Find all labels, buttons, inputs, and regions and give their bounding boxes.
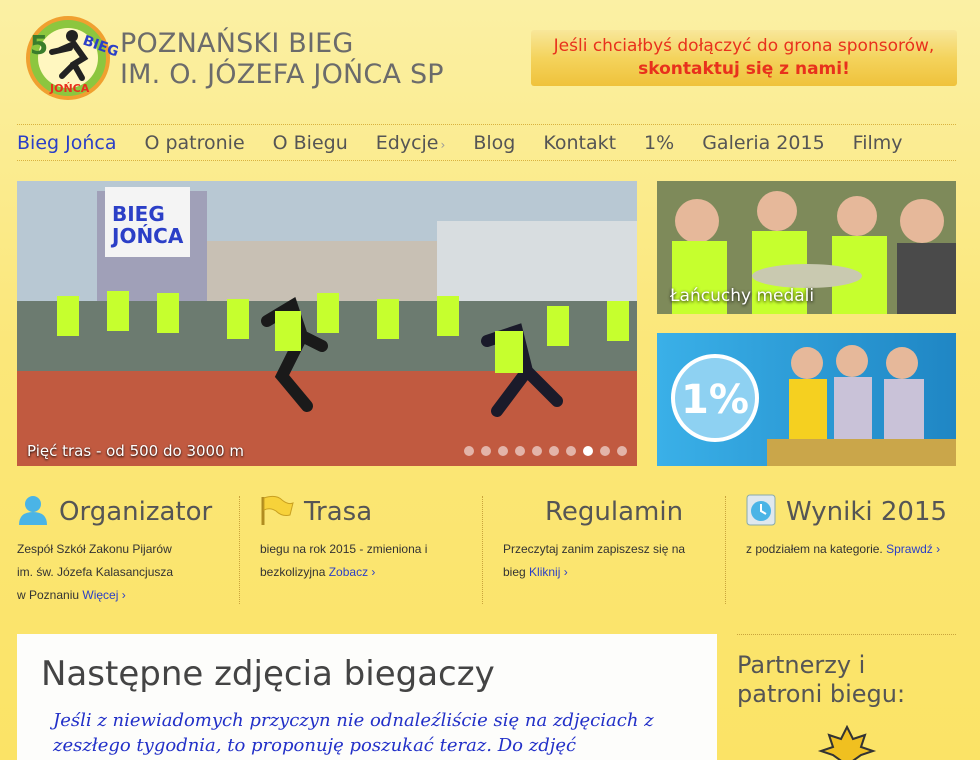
- nav-item-kontakt[interactable]: Kontakt: [543, 132, 616, 154]
- sponsor-banner-link[interactable]: skontaktuj się z nami!: [531, 57, 957, 81]
- chevron-right-icon: ›: [440, 137, 446, 152]
- column-line: im. św. Józefa Kalasancjusza: [17, 565, 174, 579]
- nav-item-blog[interactable]: Blog: [473, 132, 515, 154]
- site-title[interactable]: POZNAŃSKI BIEG IM. O. JÓZEFA JOŃCA SP: [120, 28, 444, 90]
- nav-item-edycje-label: Edycje: [375, 131, 439, 154]
- nav-item-edycje[interactable]: Edycje ›: [376, 132, 446, 154]
- slider-pagination: [457, 446, 627, 456]
- slider-dot[interactable]: [532, 446, 542, 456]
- user-icon: [17, 495, 49, 529]
- info-columns: Organizator Zespół Szkół Zakonu Pijarów …: [17, 494, 957, 604]
- chevron-right-icon: ›: [121, 588, 126, 602]
- site-title-line1: POZNAŃSKI BIEG: [120, 28, 354, 59]
- slider-dot[interactable]: [515, 446, 525, 456]
- slider-dot[interactable]: [498, 446, 508, 456]
- column-title: Trasa: [304, 497, 373, 527]
- svg-text:JOŃCA: JOŃCA: [110, 224, 184, 248]
- nav-item-o-patronie[interactable]: O patronie: [144, 132, 244, 154]
- column-title: Organizator: [59, 497, 213, 527]
- read-rules-link[interactable]: Kliknij ›: [529, 565, 568, 579]
- svg-text:1%: 1%: [681, 377, 749, 423]
- post-excerpt: Jeśli z niewiadomych przyczyn nie odnale…: [53, 710, 654, 756]
- flag-icon: [260, 495, 294, 529]
- slide-caption: Pięć tras - od 500 do 3000 m: [27, 442, 245, 460]
- svg-text:BIEG: BIEG: [112, 202, 165, 226]
- more-link-label: Więcej: [82, 588, 119, 602]
- column-line: Zespół Szkół Zakonu Pijarów: [17, 542, 172, 556]
- column-wyniki: Wyniki 2015 z podziałem na kategorie. Sp…: [725, 494, 957, 604]
- column-organizator: Organizator Zespół Szkół Zakonu Pijarów …: [17, 496, 239, 604]
- column-line: bieg: [503, 565, 526, 579]
- one-percent-photo: 1%: [657, 333, 956, 466]
- slider-dot[interactable]: [566, 446, 576, 456]
- column-regulamin: Regulamin Przeczytaj zanim zapiszesz się…: [482, 496, 725, 604]
- column-title: Regulamin: [545, 497, 684, 527]
- read-rules-link-label: Kliknij: [529, 565, 561, 579]
- nav-item-bieg-jonca[interactable]: Bieg Jońca: [17, 132, 116, 154]
- see-route-link[interactable]: Zobacz ›: [329, 565, 376, 579]
- chevron-right-icon: ›: [371, 565, 376, 579]
- side-banner-1-percent[interactable]: 1%: [657, 333, 956, 466]
- hero-slider[interactable]: BIEG JOŃCA Pięć tras - od 500 do 3000 m: [17, 181, 637, 466]
- check-results-link[interactable]: Sprawdź ›: [886, 542, 940, 556]
- svg-text:5: 5: [30, 31, 48, 61]
- slider-dot[interactable]: [549, 446, 559, 456]
- svg-text:JOŃCA: JOŃCA: [49, 82, 90, 95]
- slider-dot[interactable]: [600, 446, 610, 456]
- site-title-line2: IM. O. JÓZEFA JOŃCA SP: [120, 59, 444, 90]
- slider-dot[interactable]: [464, 446, 474, 456]
- partners-title: Partnerzy i patroni biegu:: [737, 651, 906, 708]
- main-nav: Bieg Jońca O patronie O Biegu Edycje › Bl…: [17, 124, 956, 161]
- column-line: bezkolizyjna: [260, 565, 326, 579]
- partner-logo[interactable]: [807, 724, 956, 760]
- more-link[interactable]: Więcej ›: [82, 588, 125, 602]
- column-line: Przeczytaj zanim zapiszesz się na: [503, 542, 686, 556]
- site-logo[interactable]: 5 BIEG JOŃCA: [22, 14, 121, 102]
- partners-sidebar: Partnerzy i patroni biegu:: [737, 634, 956, 760]
- nav-item-filmy[interactable]: Filmy: [853, 132, 903, 154]
- chevron-right-icon: ›: [563, 565, 568, 579]
- side-banner-caption: Łańcuchy medali: [670, 286, 815, 306]
- column-line: w Poznaniu: [17, 588, 80, 602]
- column-title: Wyniki 2015: [786, 497, 948, 527]
- chevron-right-icon: ›: [936, 542, 941, 556]
- post-box: Następne zdjęcia biegaczy Jeśli z niewia…: [17, 634, 717, 760]
- post-title[interactable]: Następne zdjęcia biegaczy: [41, 654, 693, 694]
- column-line: z podziałem na kategorie.: [746, 542, 883, 556]
- column-line: biegu na rok 2015 - zmieniona i: [260, 542, 428, 556]
- nav-item-o-biegu[interactable]: O Biegu: [273, 132, 348, 154]
- nav-item-galeria-2015[interactable]: Galeria 2015: [702, 132, 824, 154]
- slider-dot-active[interactable]: [583, 446, 593, 456]
- hero-slide-image: BIEG JOŃCA: [17, 181, 637, 466]
- nav-item-1-procent[interactable]: 1%: [644, 132, 674, 154]
- sponsor-banner[interactable]: Jeśli chciałbyś dołączyć do grona sponso…: [531, 30, 957, 86]
- slider-dot[interactable]: [481, 446, 491, 456]
- slider-dot[interactable]: [617, 446, 627, 456]
- sponsor-banner-line1: Jeśli chciałbyś dołączyć do grona sponso…: [553, 36, 935, 56]
- check-results-link-label: Sprawdź: [886, 542, 933, 556]
- side-banner-medals[interactable]: Łańcuchy medali: [657, 181, 956, 314]
- clock-icon: [746, 494, 776, 530]
- see-route-link-label: Zobacz: [328, 565, 369, 579]
- column-trasa: Trasa biegu na rok 2015 - zmieniona i be…: [239, 495, 482, 604]
